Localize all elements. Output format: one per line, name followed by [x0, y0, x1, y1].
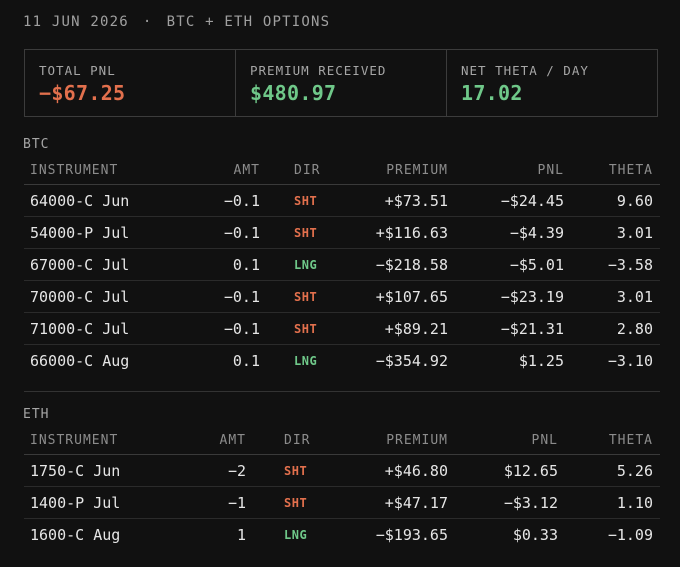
cell-instrument: 66000-C Aug — [30, 351, 130, 370]
cell-pnl: −$24.45 — [448, 184, 564, 217]
table-row: 71000-C Jul −0.1 SHT +$89.21 −$21.31 2.80 — [24, 312, 660, 345]
table-row: 66000-C Aug 0.1 LNG −$354.92 $1.25 −3.10 — [24, 345, 660, 377]
summary-card-premium-received: PREMIUM RECEIVED $480.97 — [236, 50, 447, 116]
report-date: 11 JUN 2026 — [23, 14, 129, 30]
section-label-eth: ETH — [23, 407, 50, 422]
cell-premium: +$116.63 — [357, 216, 448, 249]
cell-amt: 0.1 — [184, 248, 260, 281]
cell-theta: 3.01 — [564, 280, 660, 313]
column-header-premium: PREMIUM — [355, 426, 448, 455]
header-separator: · — [142, 14, 153, 30]
column-header-amt: AMT — [184, 156, 260, 185]
cell-amt: −1 — [176, 486, 246, 519]
cell-dir: SHT — [260, 280, 357, 313]
table-row: 1400-P Jul −1 SHT +$47.17 −$3.12 1.10 — [24, 486, 660, 519]
cell-theta: 3.01 — [564, 216, 660, 249]
cell-instrument: 64000-C Jun — [24, 184, 184, 217]
cell-pnl: $1.25 — [518, 351, 564, 370]
cell-pnl: −$3.12 — [448, 486, 558, 519]
cell-theta: 2.80 — [564, 312, 660, 345]
summary-value-net-theta: 17.02 — [461, 81, 523, 105]
section-label-btc: BTC — [23, 137, 50, 152]
column-header-dir: DIR — [260, 156, 357, 185]
cell-amt: −0.1 — [184, 184, 260, 217]
page-header: 11 JUN 2026 · BTC + ETH OPTIONS — [23, 14, 330, 30]
cell-instrument: 70000-C Jul — [24, 280, 184, 313]
cell-pnl: −$5.01 — [448, 248, 564, 281]
cell-dir: SHT — [246, 454, 355, 487]
table-header-row: INSTRUMENT AMT DIR PREMIUM PNL THETA — [24, 426, 660, 455]
column-header-amt: AMT — [176, 426, 246, 455]
cell-theta: −3.58 — [564, 248, 660, 281]
column-header-instrument: INSTRUMENT — [24, 156, 184, 185]
cell-amt: −0.1 — [184, 280, 260, 313]
cell-dir: SHT — [260, 184, 357, 217]
summary-label: NET THETA / DAY — [461, 63, 589, 78]
cell-premium: +$47.17 — [355, 486, 448, 519]
section-divider — [24, 391, 660, 392]
cell-amt: −0.1 — [184, 216, 260, 249]
cell-amt: 0.1 — [232, 351, 260, 370]
column-header-instrument: INSTRUMENT — [24, 426, 176, 455]
eth-positions-table: INSTRUMENT AMT DIR PREMIUM PNL THETA 175… — [24, 426, 660, 550]
column-header-pnl: PNL — [448, 156, 564, 185]
cell-instrument: 1600-C Aug — [30, 525, 121, 544]
cell-premium: −$354.92 — [375, 351, 448, 370]
btc-positions-table: INSTRUMENT AMT DIR PREMIUM PNL THETA 640… — [24, 156, 660, 376]
column-header-pnl: PNL — [448, 426, 558, 455]
cell-amt: −2 — [176, 454, 246, 487]
table-row: 1750-C Jun −2 SHT +$46.80 $12.65 5.26 — [24, 454, 660, 487]
cell-instrument: 1750-C Jun — [24, 454, 176, 487]
table-row: 64000-C Jun −0.1 SHT +$73.51 −$24.45 9.60 — [24, 184, 660, 217]
table-row: 70000-C Jul −0.1 SHT +$107.65 −$23.19 3.01 — [24, 280, 660, 313]
table-row: 67000-C Jul 0.1 LNG −$218.58 −$5.01 −3.58 — [24, 248, 660, 281]
cell-pnl: $0.33 — [512, 525, 558, 544]
cell-premium: +$89.21 — [357, 312, 448, 345]
cell-premium: +$107.65 — [357, 280, 448, 313]
summary-card-total-pnl: TOTAL PNL −$67.25 — [25, 50, 236, 116]
summary-label: TOTAL PNL — [39, 63, 116, 78]
column-header-theta: THETA — [564, 156, 660, 185]
cell-dir: LNG — [260, 248, 357, 281]
cell-dir: SHT — [260, 216, 357, 249]
cell-instrument: 54000-P Jul — [24, 216, 184, 249]
cell-theta: 9.60 — [564, 184, 660, 217]
cell-instrument: 1400-P Jul — [24, 486, 176, 519]
cell-amt: −0.1 — [184, 312, 260, 345]
cell-dir: SHT — [260, 312, 357, 345]
table-row: 54000-P Jul −0.1 SHT +$116.63 −$4.39 3.01 — [24, 216, 660, 249]
cell-theta: 5.26 — [558, 454, 660, 487]
column-header-dir: DIR — [246, 426, 355, 455]
summary-label: PREMIUM RECEIVED — [250, 63, 387, 78]
summary-card-net-theta: NET THETA / DAY 17.02 — [447, 50, 657, 116]
cell-pnl: $12.65 — [448, 454, 558, 487]
cell-theta: −3.10 — [607, 351, 653, 370]
cell-dir: LNG — [294, 353, 318, 368]
column-header-premium: PREMIUM — [357, 156, 448, 185]
cell-dir: LNG — [284, 527, 308, 542]
table-row: 1600-C Aug 1 LNG −$193.65 $0.33 −1.09 — [24, 519, 660, 551]
cell-theta: −1.09 — [607, 525, 653, 544]
cell-pnl: −$23.19 — [448, 280, 564, 313]
summary-value-total-pnl: −$67.25 — [39, 81, 126, 105]
cell-instrument: 67000-C Jul — [24, 248, 184, 281]
summary-panel: TOTAL PNL −$67.25 PREMIUM RECEIVED $480.… — [24, 49, 658, 117]
cell-instrument: 71000-C Jul — [24, 312, 184, 345]
summary-value-premium-received: $480.97 — [250, 81, 337, 105]
cell-amt: 1 — [236, 525, 246, 544]
column-header-theta: THETA — [558, 426, 660, 455]
report-title: BTC + ETH OPTIONS — [166, 14, 331, 30]
cell-premium: +$46.80 — [355, 454, 448, 487]
cell-premium: −$193.65 — [375, 525, 448, 544]
cell-theta: 1.10 — [558, 486, 660, 519]
cell-dir: SHT — [246, 486, 355, 519]
table-header-row: INSTRUMENT AMT DIR PREMIUM PNL THETA — [24, 156, 660, 185]
cell-pnl: −$4.39 — [448, 216, 564, 249]
cell-premium: −$218.58 — [357, 248, 448, 281]
cell-premium: +$73.51 — [357, 184, 448, 217]
cell-pnl: −$21.31 — [448, 312, 564, 345]
